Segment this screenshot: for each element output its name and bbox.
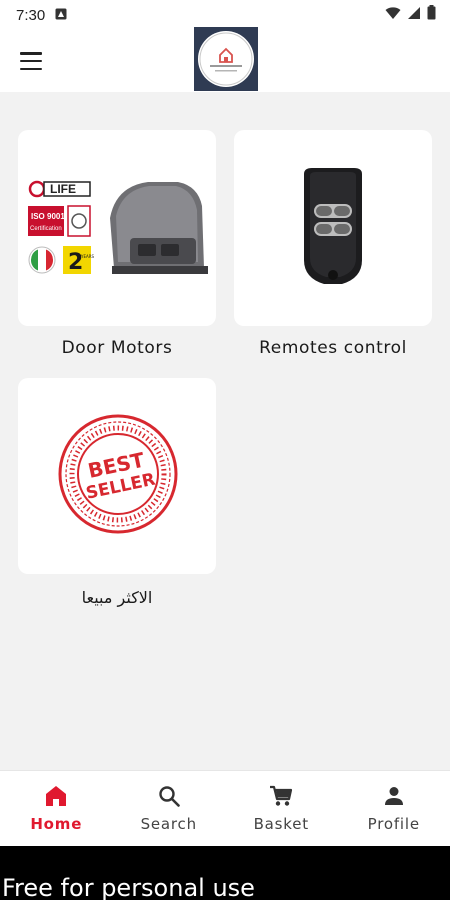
category-label: الاكثر مبيعا <box>81 588 153 607</box>
logo-emblem <box>198 31 254 87</box>
nav-label: Search <box>140 814 197 833</box>
iso-badge-text: ISO 9001 <box>31 212 65 221</box>
status-time: 7:30 <box>16 6 46 24</box>
certification-badge-text: Certification <box>30 226 62 232</box>
menu-button[interactable] <box>18 48 44 74</box>
category-card-best-seller[interactable]: BEST SELLER <box>18 378 216 574</box>
wifi-icon <box>385 6 401 25</box>
nav-label: Profile <box>367 814 420 833</box>
person-icon <box>383 785 405 812</box>
brand-logo-text: LIFE <box>50 182 76 196</box>
category-card-remotes-control[interactable] <box>234 130 432 326</box>
best-seller-stamp-image: BEST SELLER <box>58 414 178 534</box>
nav-label: Basket <box>253 814 309 833</box>
app-logo <box>194 27 258 91</box>
menu-icon-line <box>20 67 42 70</box>
category-grid: LIFE ISO 9001 Certification 2 YEARS Door… <box>0 92 450 770</box>
warranty-years-label: YEARS <box>80 254 94 259</box>
cart-icon <box>269 785 293 812</box>
footer-banner: Free for personal use <box>0 846 450 900</box>
remote-control-product-image <box>304 168 362 284</box>
bottom-navigation: Home Search Basket Profile <box>0 770 450 846</box>
nav-home[interactable]: Home <box>0 771 113 846</box>
nav-profile[interactable]: Profile <box>338 771 450 846</box>
nav-search[interactable]: Search <box>113 771 226 846</box>
home-icon <box>44 785 68 812</box>
category-label: Remotes control <box>259 338 407 358</box>
signal-icon <box>407 6 421 25</box>
nav-basket[interactable]: Basket <box>225 771 338 846</box>
status-bar: 7:30 <box>0 0 450 30</box>
notification-icon <box>55 7 67 24</box>
category-card-door-motors[interactable]: LIFE ISO 9001 Certification 2 YEARS <box>18 130 216 326</box>
menu-icon-line <box>20 52 42 55</box>
menu-icon-line <box>20 59 42 63</box>
door-motor-product-image: LIFE ISO 9001 Certification 2 YEARS <box>28 180 208 275</box>
footer-banner-text: Free for personal use <box>2 874 255 900</box>
battery-icon <box>427 5 436 25</box>
nav-label: Home <box>30 814 83 833</box>
search-icon <box>158 785 180 812</box>
category-label: Door Motors <box>61 338 173 358</box>
